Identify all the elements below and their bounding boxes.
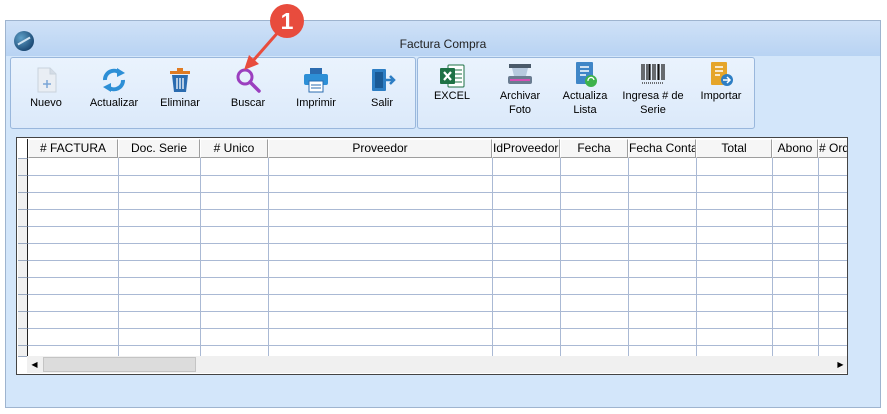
grid-row-line: [28, 260, 847, 261]
excel-icon: [440, 64, 465, 88]
grid-col-line: [118, 158, 119, 356]
actualiza-lista-label: Actualiza Lista: [562, 90, 608, 116]
column-header-fecha[interactable]: Fecha: [560, 139, 628, 158]
row-header[interactable]: [18, 159, 28, 176]
grid-row-line: [28, 328, 847, 329]
archivar-foto-button[interactable]: Archivar Foto: [490, 58, 550, 128]
column-header-factura[interactable]: # FACTURA: [28, 139, 118, 158]
callout-badge: 1: [270, 4, 304, 38]
row-header[interactable]: [18, 176, 28, 193]
row-header[interactable]: [18, 227, 28, 244]
column-header-idproveedor[interactable]: IdProveedor: [492, 139, 560, 158]
horizontal-scroll-thumb[interactable]: [43, 357, 196, 372]
import-icon: [711, 62, 733, 86]
row-header[interactable]: [18, 193, 28, 210]
window-title: Factura Compra: [399, 37, 487, 51]
exit-icon: [372, 69, 396, 91]
grid-col-line: [696, 158, 697, 356]
grid-row-line: [28, 277, 847, 278]
grid-col-line: [200, 158, 201, 356]
eliminar-label: Eliminar: [160, 97, 200, 109]
row-header[interactable]: [18, 210, 28, 227]
refresh-icon: [103, 68, 125, 92]
grid-row-line: [28, 192, 847, 193]
grid-row-line: [28, 294, 847, 295]
grid-col-line: [492, 158, 493, 356]
grid-col-line: [772, 158, 773, 356]
grid-row-line: [28, 226, 847, 227]
column-header-unico[interactable]: # Unico: [200, 139, 268, 158]
row-header-column: [18, 139, 28, 359]
row-header-corner: [18, 139, 28, 159]
toolbar-main: Nuevo Actualizar Eliminar Buscar Imprimi…: [10, 57, 416, 129]
title-bar: Factura Compra: [6, 21, 880, 56]
grid-content: # FACTURA Doc. Serie # Unico Proveedor I…: [17, 138, 847, 374]
column-header-doc-serie[interactable]: Doc. Serie: [118, 139, 200, 158]
nuevo-label: Nuevo: [30, 97, 62, 109]
buscar-label: Buscar: [230, 97, 266, 109]
facturas-grid[interactable]: # FACTURA Doc. Serie # Unico Proveedor I…: [16, 137, 848, 375]
row-header[interactable]: [18, 261, 28, 278]
actualizar-button[interactable]: Actualizar: [83, 58, 145, 128]
grid-row-line: [28, 311, 847, 312]
grid-row-line: [28, 345, 847, 346]
trash-icon: [170, 68, 190, 92]
toolbar-extra: EXCEL Archivar Foto Actualiza Lista Ingr…: [417, 57, 755, 129]
eliminar-button[interactable]: Eliminar: [151, 58, 209, 128]
imprimir-button[interactable]: Imprimir: [287, 58, 345, 128]
column-header-orden[interactable]: # Ord: [818, 139, 847, 158]
ingresa-serie-button[interactable]: Ingresa # de Serie: [620, 58, 686, 128]
excel-label: EXCEL: [433, 90, 471, 102]
importar-button[interactable]: Importar: [690, 58, 752, 128]
barcode-icon: [641, 64, 665, 84]
scroll-right-icon[interactable]: ▶: [833, 357, 847, 372]
grid-row-line: [28, 243, 847, 244]
grid-row-line: [28, 175, 847, 176]
column-header-fecha-conta[interactable]: Fecha Conta: [628, 139, 696, 158]
actualizar-label: Actualizar: [89, 97, 139, 109]
grid-col-line: [560, 158, 561, 356]
column-header-total[interactable]: Total: [696, 139, 772, 158]
nuevo-button[interactable]: Nuevo: [17, 58, 75, 128]
row-header[interactable]: [18, 278, 28, 295]
salir-label: Salir: [370, 97, 393, 109]
archivar-foto-label: Archivar Foto: [499, 90, 541, 116]
grid-col-line: [628, 158, 629, 356]
update-list-icon: [576, 62, 597, 87]
row-header[interactable]: [18, 295, 28, 312]
excel-button[interactable]: EXCEL: [422, 58, 482, 128]
scanner-icon: [508, 64, 532, 84]
grid-col-line: [818, 158, 819, 356]
horizontal-scrollbar[interactable]: ◀ ▶: [27, 356, 847, 373]
factura-compra-window: Factura Compra Nuevo Actualizar Eliminar…: [5, 20, 881, 408]
row-header[interactable]: [18, 244, 28, 261]
salir-button[interactable]: Salir: [353, 58, 411, 128]
imprimir-label: Imprimir: [296, 97, 336, 109]
ingresa-serie-label: Ingresa # de Serie: [622, 90, 684, 116]
row-header[interactable]: [18, 329, 28, 346]
printer-icon: [304, 68, 328, 93]
row-header[interactable]: [18, 312, 28, 329]
new-document-icon: [37, 67, 57, 93]
grid-col-line: [268, 158, 269, 356]
column-header-proveedor[interactable]: Proveedor: [268, 139, 492, 158]
actualiza-lista-button[interactable]: Actualiza Lista: [554, 58, 616, 128]
scroll-left-icon[interactable]: ◀: [27, 357, 42, 372]
column-header-abono[interactable]: Abono: [772, 139, 818, 158]
importar-label: Importar: [700, 90, 742, 102]
grid-row-line: [28, 209, 847, 210]
